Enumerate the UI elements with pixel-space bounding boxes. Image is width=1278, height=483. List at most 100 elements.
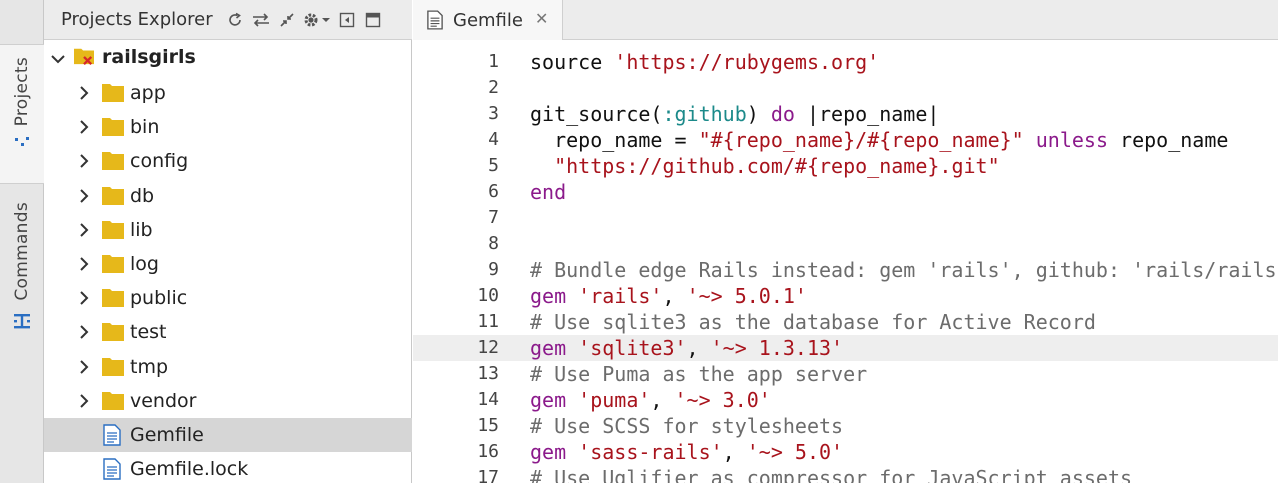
tree-item-railsgirls[interactable]: railsgirls (44, 41, 412, 76)
tree-item-label: Gemfile (130, 423, 204, 446)
line-number: 2 (488, 77, 499, 98)
tree-item-config[interactable]: config (44, 144, 412, 178)
code-line[interactable]: 4 repo_name = "#{repo_name}/#{repo_name}… (413, 127, 1278, 153)
chevron-right-icon[interactable] (76, 288, 92, 308)
explorer-header: Projects Explorer (44, 0, 412, 40)
code-token: gem (530, 284, 567, 308)
tree-item-gemfile[interactable]: Gemfile (44, 417, 412, 453)
line-number: 6 (488, 181, 499, 202)
tree-item-tmp[interactable]: tmp (44, 350, 412, 384)
folder-icon (102, 391, 124, 410)
refresh-icon[interactable] (222, 8, 248, 32)
settings-icon[interactable] (300, 8, 334, 32)
code-token: gem (530, 336, 567, 360)
code-token: source (530, 50, 615, 74)
chevron-right-icon[interactable] (76, 391, 92, 411)
line-number: 7 (488, 207, 499, 228)
line-number: 16 (477, 441, 499, 462)
tree-item-gemfile-lock[interactable]: Gemfile.lock (44, 452, 412, 483)
line-number: 15 (477, 415, 499, 436)
tree-item-db[interactable]: db (44, 179, 412, 213)
code-line[interactable]: 11 # Use sqlite3 as the database for Acti… (413, 309, 1278, 335)
code-text: # Use sqlite3 as the database for Active… (530, 310, 1096, 334)
code-line[interactable]: 7 (413, 205, 1278, 231)
chevron-right-icon[interactable] (76, 220, 92, 240)
code-token: gem (530, 388, 567, 412)
code-token: 'sqlite3' (578, 336, 687, 360)
code-area[interactable]: 1 source 'https://rubygems.org' 2 3 git_sour… (413, 41, 1278, 483)
code-token: 'puma' (578, 388, 651, 412)
tree-item-test[interactable]: test (44, 315, 412, 349)
line-number: 14 (477, 389, 499, 410)
code-line[interactable]: 8 (413, 231, 1278, 257)
minimize-panel-icon[interactable] (334, 8, 360, 32)
code-line[interactable]: 16 gem 'sass-rails', '~> 5.0' (413, 439, 1278, 465)
folder-icon (102, 118, 124, 137)
code-line[interactable]: 6 end (413, 179, 1278, 205)
code-text: gem 'puma', '~> 3.0' (530, 388, 771, 412)
code-token: , (686, 336, 711, 360)
tree-item-vendor[interactable]: vendor (44, 384, 412, 418)
editor-tab-gemfile[interactable]: Gemfile ✕ (413, 0, 563, 40)
collapse-icon[interactable] (274, 8, 300, 32)
chevron-right-icon[interactable] (76, 83, 92, 103)
editor-tab-bar: Gemfile ✕ (413, 0, 1278, 40)
code-token: '~> 3.0' (674, 388, 771, 412)
tree-item-label: db (130, 184, 155, 207)
code-line[interactable]: 14 gem 'puma', '~> 3.0' (413, 387, 1278, 413)
code-token: , (662, 284, 687, 308)
tree-item-public[interactable]: public (44, 281, 412, 315)
code-token: '~> 1.3.13' (710, 336, 844, 360)
explorer-title: Projects Explorer (61, 9, 213, 30)
chevron-right-icon[interactable] (76, 151, 92, 171)
chevron-right-icon[interactable] (76, 357, 92, 377)
code-line[interactable]: 5 "https://github.com/#{repo_name}.git" (413, 153, 1278, 179)
code-token: , (722, 440, 747, 464)
tab-commands[interactable]: Commands (0, 192, 44, 362)
code-text: # Use SCSS for stylesheets (530, 414, 843, 438)
folder-icon (102, 254, 124, 273)
tree-item-label: lib (130, 218, 153, 241)
tree-item-lib[interactable]: lib (44, 213, 412, 247)
code-line[interactable]: 10 gem 'rails', '~> 5.0.1' (413, 283, 1278, 309)
code-line[interactable]: 1 source 'https://rubygems.org' (413, 49, 1278, 75)
code-line[interactable]: 15 # Use SCSS for stylesheets (413, 413, 1278, 439)
folder-icon (102, 323, 124, 342)
chevron-down-icon[interactable] (50, 49, 66, 69)
code-line[interactable]: 2 (413, 75, 1278, 101)
code-token: ) (746, 102, 771, 126)
code-text: gem 'rails', '~> 5.0.1' (530, 284, 807, 308)
tree-item-label: public (130, 287, 188, 310)
chevron-right-icon[interactable] (76, 186, 92, 206)
code-line[interactable]: 3 git_source(:github) do |repo_name| (413, 101, 1278, 127)
tab-commands-label: Commands (12, 202, 32, 301)
code-token: "#{repo_name}/#{repo_name}" (698, 128, 1024, 152)
tab-projects[interactable]: Projects (0, 44, 44, 184)
code-line[interactable]: 17 # Use Uglifier as compressor for JavaS… (413, 465, 1278, 483)
code-line[interactable]: 12 gem 'sqlite3', '~> 1.3.13' (413, 335, 1278, 361)
tree-item-label: config (130, 150, 189, 173)
project-tree: railsgirls app bin config db lib log pub… (44, 41, 412, 483)
line-number: 12 (477, 337, 499, 358)
code-editor: Gemfile ✕ 1 source 'https://rubygems.org'… (413, 0, 1278, 483)
maximize-panel-icon[interactable] (360, 8, 386, 32)
code-text: git_source(:github) do |repo_name| (530, 102, 939, 126)
tree-item-label: bin (130, 116, 160, 139)
tree-item-label: log (130, 252, 159, 275)
tree-item-log[interactable]: log (44, 247, 412, 281)
line-number: 5 (488, 155, 499, 176)
code-line[interactable]: 9 # Bundle edge Rails instead: gem 'rails… (413, 257, 1278, 283)
sync-icon[interactable] (248, 8, 274, 32)
tree-item-bin[interactable]: bin (44, 110, 412, 144)
chevron-right-icon[interactable] (76, 322, 92, 342)
tree-item-app[interactable]: app (44, 76, 412, 110)
chevron-right-icon[interactable] (76, 254, 92, 274)
chevron-right-icon[interactable] (76, 117, 92, 137)
close-icon[interactable]: ✕ (535, 9, 548, 28)
code-line[interactable]: 13 # Use Puma as the app server (413, 361, 1278, 387)
code-text: "https://github.com/#{repo_name}.git" (530, 154, 1000, 178)
code-token: |repo_name| (794, 102, 940, 126)
